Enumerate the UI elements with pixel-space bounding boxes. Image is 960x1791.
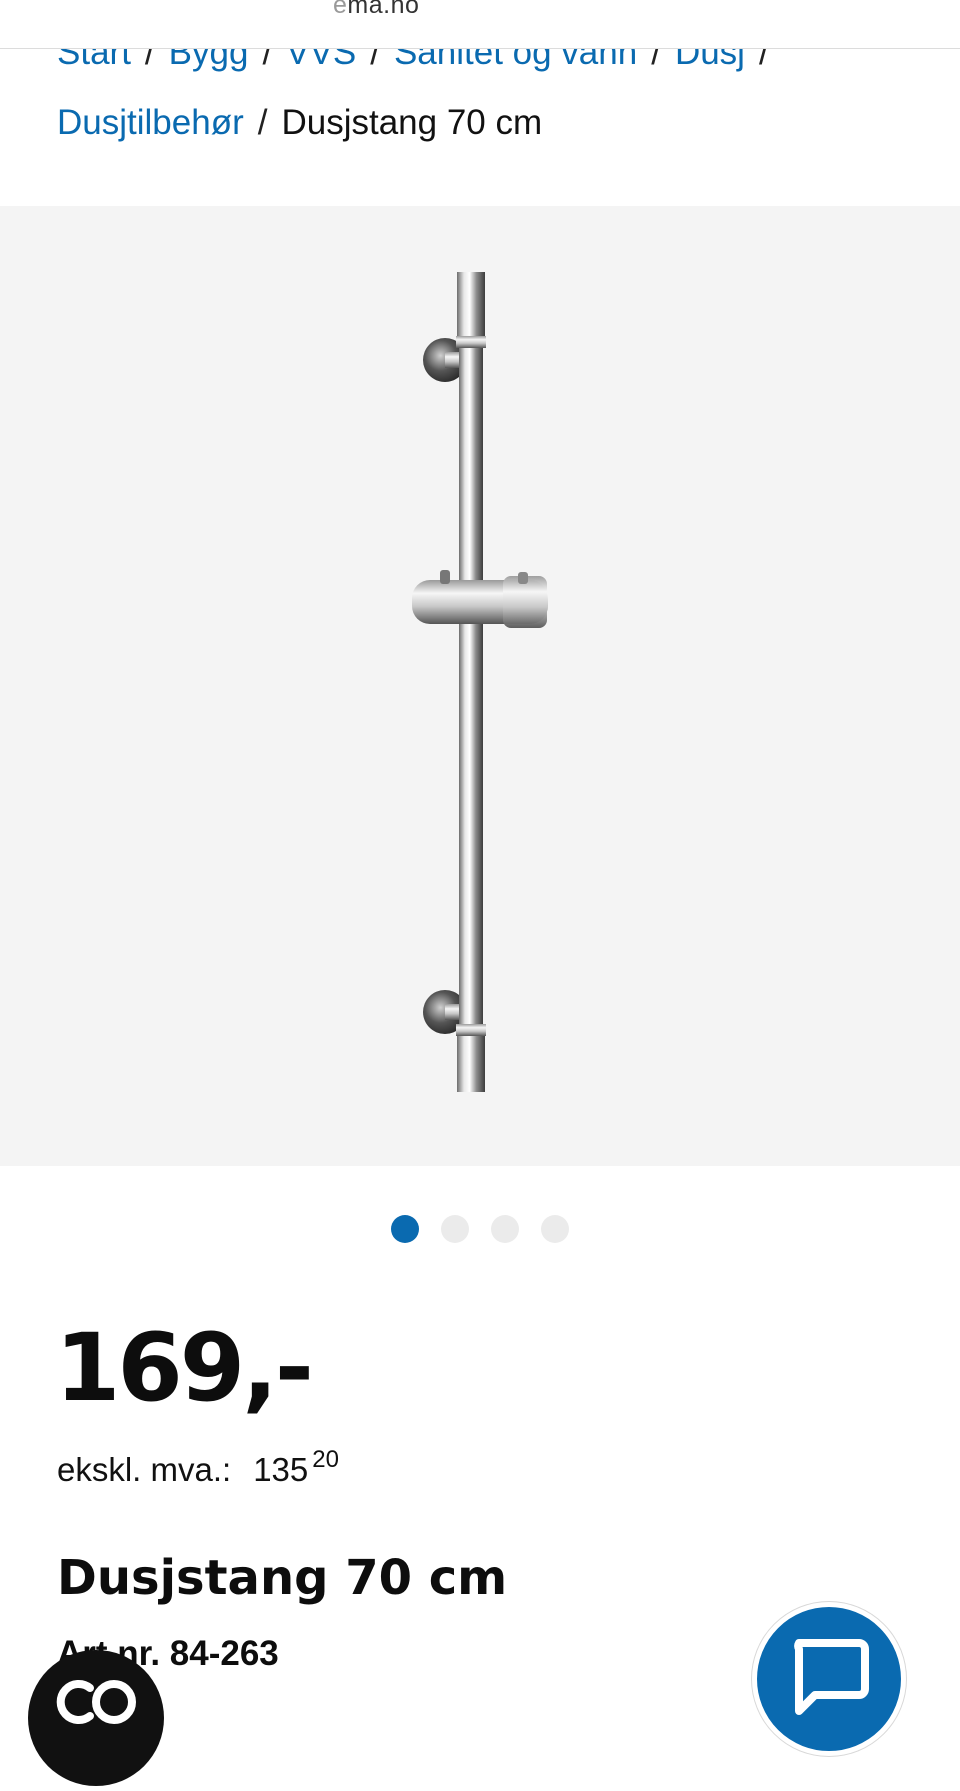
product-image-gallery[interactable] — [0, 206, 960, 1166]
product-title: Dusjstang 70 cm — [57, 1550, 508, 1606]
carousel-dot-1[interactable] — [391, 1215, 419, 1243]
breadcrumb-separator: / — [257, 103, 268, 142]
url-prefix: e — [333, 0, 348, 19]
price-excl-vat: ekskl. mva.: 135 20 — [57, 1446, 339, 1489]
price-excl-vat-label: ekskl. mva.: — [57, 1451, 232, 1488]
url-domain: ma.no — [347, 0, 420, 19]
browser-address-bar[interactable]: ema.no — [0, 0, 960, 49]
chat-bubble-icon — [794, 1639, 869, 1715]
co-floating-button[interactable] — [28, 1650, 164, 1786]
url-text[interactable]: ema.no — [333, 0, 419, 20]
price-excl-vat-whole: 135 — [253, 1451, 309, 1488]
co-logo-icon — [56, 1680, 136, 1724]
carousel-dot-3[interactable] — [491, 1215, 519, 1243]
product-image-shower-rail — [412, 272, 548, 1092]
carousel-dot-4[interactable] — [541, 1215, 569, 1243]
chat-button[interactable] — [752, 1602, 906, 1756]
carousel-indicators — [0, 1215, 960, 1243]
price-excl-vat-decimals: 20 — [312, 1446, 339, 1473]
breadcrumb-current: Dusjstang 70 cm — [281, 103, 543, 142]
carousel-dot-2[interactable] — [441, 1215, 469, 1243]
product-price: 169,- — [55, 1314, 314, 1423]
breadcrumb-dusjtilbehor[interactable]: Dusjtilbehør — [57, 103, 244, 142]
